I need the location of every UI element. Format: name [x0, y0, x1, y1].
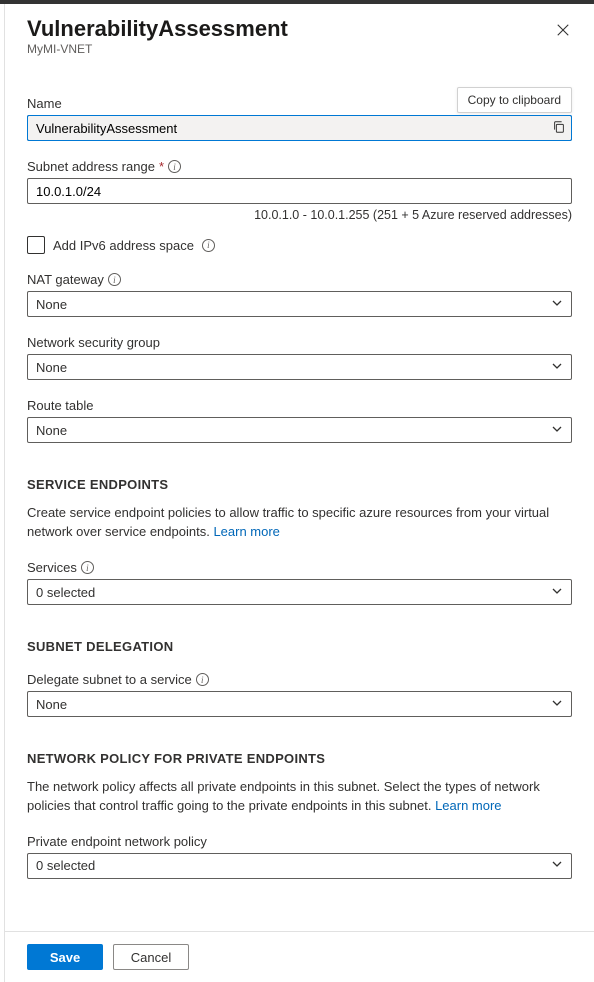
ipv6-row: Add IPv6 address space i — [27, 236, 572, 254]
services-label-text: Services — [27, 560, 77, 575]
name-field[interactable] — [27, 115, 572, 141]
nat-gateway-value: None — [36, 297, 67, 312]
route-table-label: Route table — [27, 398, 572, 413]
nsg-value: None — [36, 360, 67, 375]
delegate-dropdown[interactable]: None — [27, 691, 572, 717]
subnet-range-input[interactable] — [27, 178, 572, 204]
service-endpoints-learn-more-link[interactable]: Learn more — [213, 524, 279, 539]
chevron-down-icon — [551, 697, 563, 712]
private-endpoint-policy-value: 0 selected — [36, 858, 95, 873]
name-field-wrap: Copy to clipboard — [27, 115, 572, 141]
delegate-label-text: Delegate subnet to a service — [27, 672, 192, 687]
ipv6-label: Add IPv6 address space — [53, 238, 194, 253]
chevron-down-icon — [551, 585, 563, 600]
copy-tooltip: Copy to clipboard — [457, 87, 572, 113]
panel-subtitle: MyMI-VNET — [27, 42, 572, 56]
route-table-label-text: Route table — [27, 398, 94, 413]
panel-footer: Save Cancel — [5, 931, 594, 982]
nat-gateway-dropdown[interactable]: None — [27, 291, 572, 317]
private-endpoint-policy-dropdown[interactable]: 0 selected — [27, 853, 572, 879]
ipv6-checkbox[interactable] — [27, 236, 45, 254]
route-table-dropdown[interactable]: None — [27, 417, 572, 443]
subnet-range-hint: 10.0.1.0 - 10.0.1.255 (251 + 5 Azure res… — [27, 208, 572, 222]
service-endpoints-heading: SERVICE ENDPOINTS — [27, 477, 572, 492]
save-button[interactable]: Save — [27, 944, 103, 970]
copy-to-clipboard-button[interactable] — [550, 119, 568, 137]
chevron-down-icon — [551, 360, 563, 375]
name-input[interactable] — [36, 121, 541, 136]
route-table-value: None — [36, 423, 67, 438]
nsg-label: Network security group — [27, 335, 572, 350]
service-endpoints-desc-text: Create service endpoint policies to allo… — [27, 505, 549, 539]
cancel-button[interactable]: Cancel — [113, 944, 189, 970]
info-icon[interactable]: i — [81, 561, 94, 574]
close-icon — [556, 25, 570, 40]
nsg-dropdown[interactable]: None — [27, 354, 572, 380]
info-icon[interactable]: i — [196, 673, 209, 686]
services-dropdown[interactable]: 0 selected — [27, 579, 572, 605]
network-policy-heading: NETWORK POLICY FOR PRIVATE ENDPOINTS — [27, 751, 572, 766]
service-endpoints-desc: Create service endpoint policies to allo… — [27, 504, 572, 542]
private-endpoint-policy-label-text: Private endpoint network policy — [27, 834, 207, 849]
network-policy-desc: The network policy affects all private e… — [27, 778, 572, 816]
services-value: 0 selected — [36, 585, 95, 600]
chevron-down-icon — [551, 423, 563, 438]
nsg-label-text: Network security group — [27, 335, 160, 350]
chevron-down-icon — [551, 297, 563, 312]
services-label: Services i — [27, 560, 572, 575]
nat-gateway-label: NAT gateway i — [27, 272, 572, 287]
required-asterisk: * — [159, 159, 164, 174]
subnet-edit-panel: VulnerabilityAssessment MyMI-VNET Name C… — [4, 4, 594, 982]
subnet-range-label-text: Subnet address range — [27, 159, 155, 174]
panel-header: VulnerabilityAssessment MyMI-VNET — [5, 4, 594, 62]
panel-body: Name Copy to clipboard Subnet address ra… — [5, 62, 594, 931]
copy-icon — [552, 120, 566, 137]
info-icon[interactable]: i — [168, 160, 181, 173]
info-icon[interactable]: i — [108, 273, 121, 286]
delegate-value: None — [36, 697, 67, 712]
close-button[interactable] — [554, 22, 572, 40]
delegate-label: Delegate subnet to a service i — [27, 672, 572, 687]
info-icon[interactable]: i — [202, 239, 215, 252]
network-policy-learn-more-link[interactable]: Learn more — [435, 798, 501, 813]
nat-gateway-label-text: NAT gateway — [27, 272, 104, 287]
subnet-delegation-heading: SUBNET DELEGATION — [27, 639, 572, 654]
panel-title: VulnerabilityAssessment — [27, 16, 572, 42]
private-endpoint-policy-label: Private endpoint network policy — [27, 834, 572, 849]
name-label-text: Name — [27, 96, 62, 111]
chevron-down-icon — [551, 858, 563, 873]
subnet-range-label: Subnet address range * i — [27, 159, 572, 174]
